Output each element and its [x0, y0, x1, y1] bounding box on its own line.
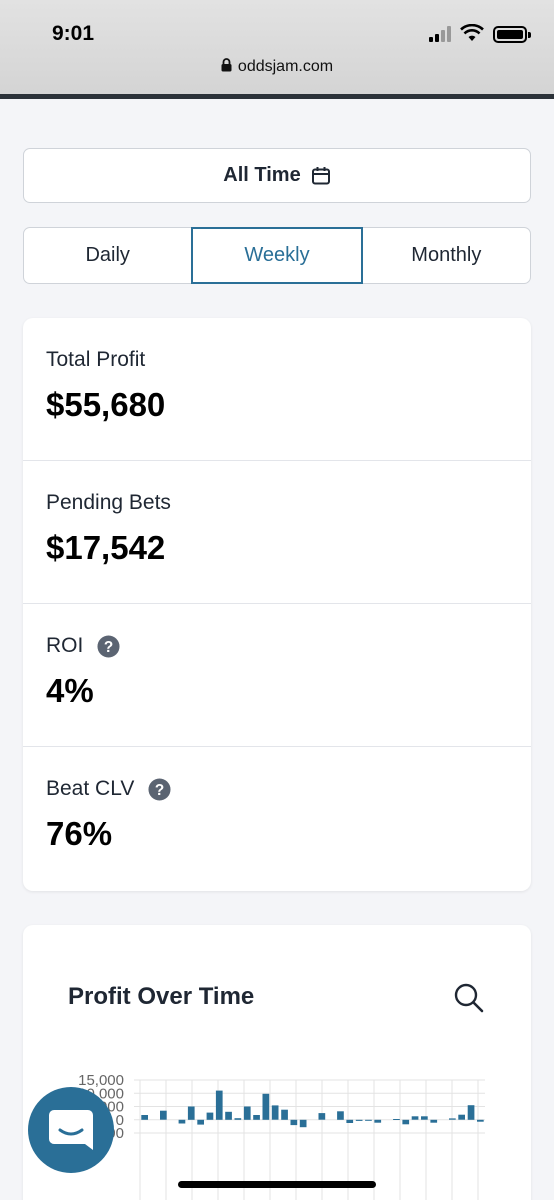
profit-bar[interactable] [299, 1119, 307, 1128]
chart-title: Profit Over Time [68, 983, 255, 1010]
profit-bar[interactable] [374, 1119, 382, 1123]
chat-icon [49, 1110, 93, 1150]
profit-bar[interactable] [271, 1105, 279, 1120]
profit-bar[interactable] [141, 1115, 148, 1120]
profit-bar[interactable] [402, 1119, 410, 1125]
stat-label-row: ROI ? [46, 634, 531, 658]
profit-bar[interactable] [365, 1119, 372, 1121]
stat-value: $55,680 [46, 386, 166, 423]
help-icon[interactable]: ? [97, 634, 120, 658]
profit-bar[interactable] [262, 1093, 270, 1120]
url-text: oddsjam.com [237, 58, 334, 75]
profit-bar[interactable] [421, 1116, 428, 1120]
profit-bar[interactable] [243, 1106, 251, 1120]
profit-bar[interactable] [393, 1119, 400, 1120]
stat-value: $17,542 [46, 529, 166, 566]
profit-bar[interactable] [458, 1114, 465, 1120]
profit-bar[interactable] [318, 1113, 326, 1120]
profit-bar[interactable] [178, 1119, 186, 1124]
period-tab-daily[interactable]: Daily [24, 228, 191, 283]
profit-bar[interactable] [187, 1106, 195, 1120]
profit-bar[interactable] [337, 1111, 344, 1120]
stat-pending-bets: Pending Bets $17,542 [23, 461, 531, 604]
profit-bar[interactable] [477, 1119, 484, 1122]
battery-icon [493, 26, 531, 43]
profit-bar[interactable] [281, 1109, 288, 1120]
profit-bar[interactable] [430, 1119, 438, 1123]
profit-bar[interactable] [225, 1111, 232, 1120]
svg-text:?: ? [104, 638, 113, 655]
profit-bar[interactable] [197, 1119, 204, 1125]
stat-value: 4% [46, 672, 94, 709]
calendar-icon [311, 166, 330, 184]
chat-launcher-button[interactable] [28, 1087, 114, 1173]
date-range-label: All Time [223, 164, 301, 186]
profit-bar[interactable] [355, 1119, 363, 1121]
stat-label: ROI [46, 634, 84, 657]
profit-bar[interactable] [346, 1119, 354, 1123]
profit-bar[interactable] [206, 1112, 214, 1120]
cellular-signal-icon [429, 26, 453, 42]
stat-total-profit: Total Profit $55,680 [23, 318, 531, 461]
help-icon[interactable]: ? [148, 777, 171, 801]
stats-card: Total Profit $55,680 Pending Bets $17,54… [23, 318, 531, 891]
stat-roi: ROI ? 4% [23, 604, 531, 747]
date-range-button[interactable]: All Time [23, 148, 531, 203]
stat-beat-clv: Beat CLV ? 76% [23, 747, 531, 890]
stat-value: 76% [46, 815, 113, 852]
stat-label: Pending Bets [46, 491, 171, 514]
lock-icon [221, 58, 232, 72]
profit-bar[interactable] [411, 1116, 419, 1120]
period-tab-weekly[interactable]: Weekly [191, 227, 363, 284]
zoom-icon[interactable] [453, 982, 485, 1014]
profit-bar[interactable] [160, 1110, 167, 1120]
wifi-icon [460, 24, 484, 41]
period-toggle: Daily Weekly Monthly [23, 227, 531, 284]
profit-bar[interactable] [253, 1115, 260, 1120]
profit-bar[interactable] [290, 1119, 298, 1126]
stat-label: Beat CLV [46, 777, 135, 800]
header-divider [0, 94, 554, 99]
profit-bar[interactable] [215, 1090, 223, 1120]
stat-label: Total Profit [46, 348, 146, 371]
stat-label-row: Beat CLV ? [46, 777, 531, 801]
address-bar[interactable]: oddsjam.com [0, 58, 554, 76]
period-tab-monthly[interactable]: Monthly [363, 228, 530, 283]
profit-bar[interactable] [467, 1105, 475, 1120]
profit-bar[interactable] [234, 1118, 242, 1120]
ios-status-bar: 9:01 oddsjam.com [0, 0, 554, 94]
home-indicator [178, 1181, 376, 1188]
svg-text:?: ? [155, 781, 164, 798]
status-time: 9:01 [52, 22, 95, 45]
profit-bar[interactable] [449, 1118, 456, 1120]
